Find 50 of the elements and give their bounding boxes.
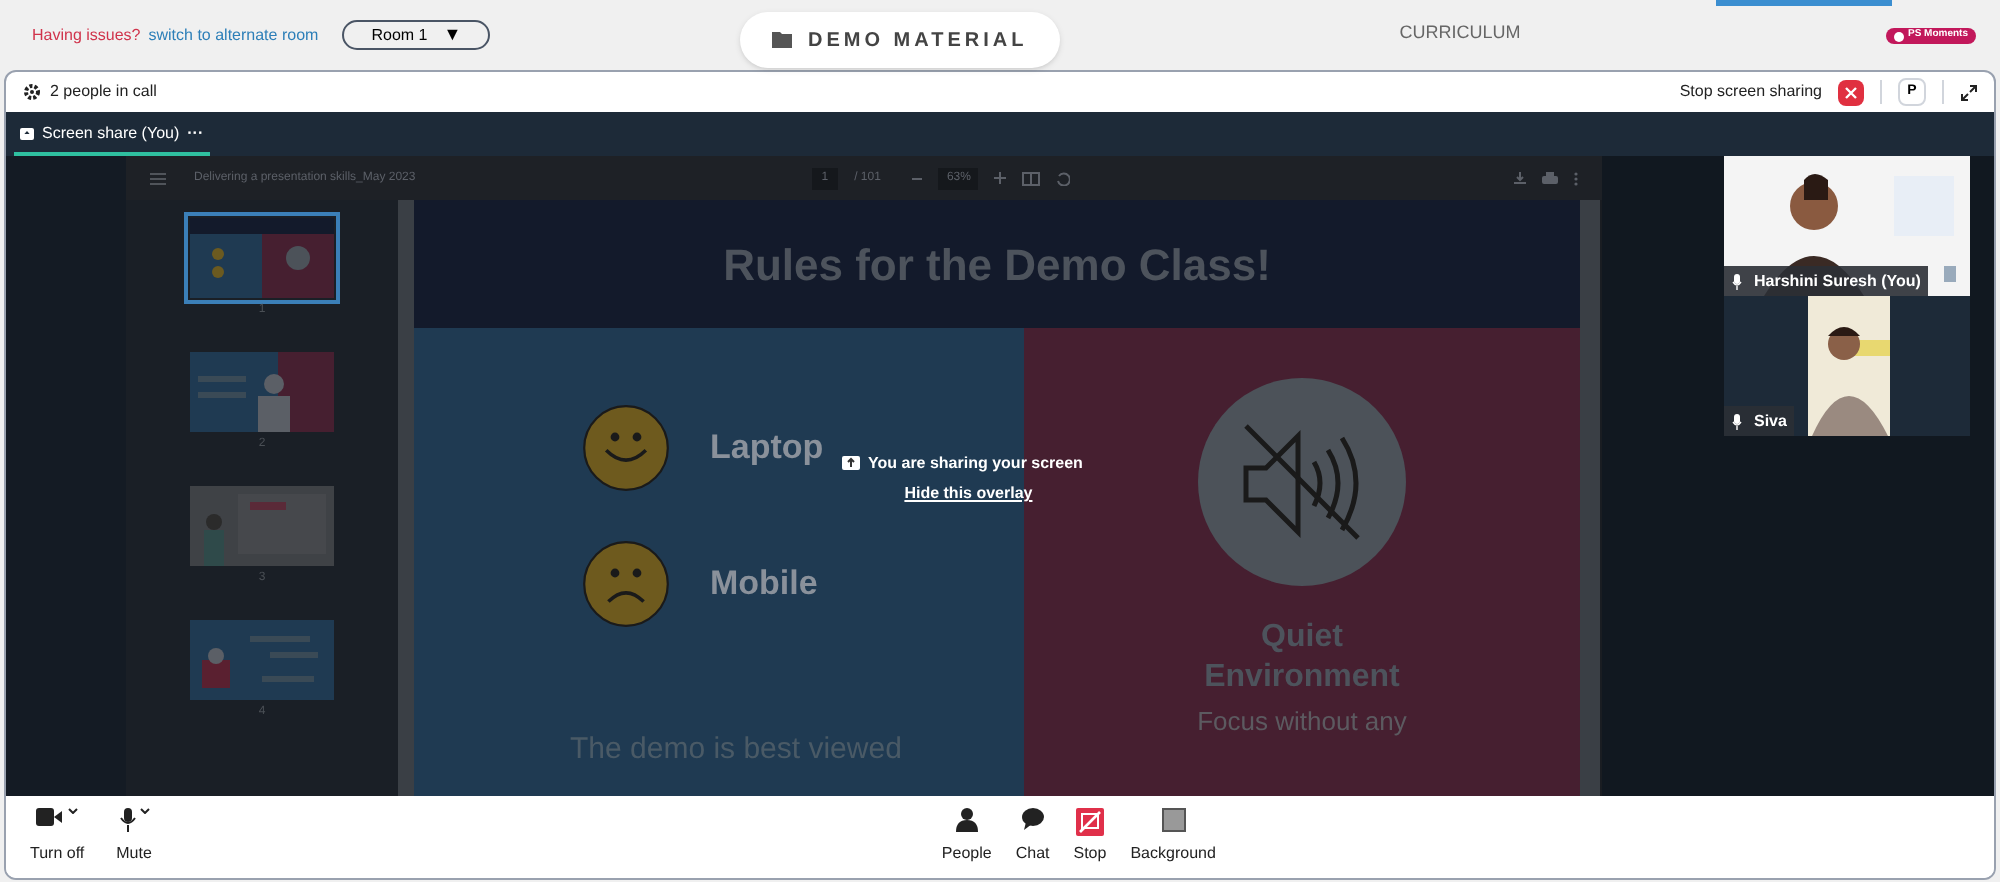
screen-icon bbox=[20, 127, 34, 141]
room-select[interactable]: Room 1 ▼ bbox=[342, 20, 491, 50]
menu-icon[interactable] bbox=[150, 171, 166, 185]
stop-sharing-label: Stop screen sharing bbox=[1679, 80, 1822, 104]
camera-button[interactable]: Turn off bbox=[30, 808, 85, 866]
mic-icon bbox=[119, 808, 136, 832]
muted-speaker-icon bbox=[1198, 378, 1406, 586]
issue-label: Having issues? bbox=[32, 23, 141, 47]
minus-icon[interactable] bbox=[912, 177, 923, 179]
caret-icon[interactable] bbox=[68, 808, 79, 814]
hide-overlay-link[interactable]: Hide this overlay bbox=[904, 482, 1033, 506]
folder-icon bbox=[772, 32, 792, 48]
caret-icon[interactable] bbox=[139, 808, 150, 814]
scrollbar[interactable] bbox=[398, 200, 414, 796]
chat-button[interactable]: Chat bbox=[1015, 808, 1050, 866]
close-icon bbox=[1844, 85, 1858, 99]
close-button[interactable] bbox=[1838, 79, 1864, 105]
chat-icon bbox=[1021, 808, 1044, 830]
background-button[interactable]: Background bbox=[1130, 808, 1216, 866]
share-screen-icon bbox=[842, 456, 860, 472]
smiley-icon bbox=[582, 404, 670, 492]
tab[interactable]: CURRICULUM bbox=[1399, 20, 1521, 47]
camera-icon bbox=[36, 808, 65, 826]
print-icon[interactable] bbox=[1542, 171, 1558, 185]
name-tag: Harshini Suresh (You) bbox=[1724, 266, 1929, 296]
alternate-room-link[interactable]: switch to alternate room bbox=[148, 23, 319, 47]
person-icon bbox=[955, 808, 978, 832]
mic-icon bbox=[1732, 413, 1742, 429]
tab[interactable]: DEMO MATERIAL bbox=[740, 12, 1060, 68]
name-tag: Siva bbox=[1724, 406, 1795, 436]
people-count: 2 people in call bbox=[50, 80, 157, 104]
plus-icon[interactable] bbox=[994, 172, 1007, 184]
stop-sharing-icon bbox=[1075, 808, 1104, 836]
sad-face-icon bbox=[582, 540, 670, 628]
rotate-icon[interactable] bbox=[1056, 171, 1071, 185]
people-button[interactable]: People bbox=[941, 808, 992, 866]
fit-page-icon[interactable] bbox=[1022, 171, 1041, 185]
settings-icon[interactable] bbox=[22, 82, 42, 102]
mic-icon bbox=[1732, 273, 1742, 289]
download-icon[interactable] bbox=[1514, 172, 1526, 184]
scrollbar[interactable] bbox=[1580, 200, 1600, 796]
slide-text: Laptop bbox=[710, 426, 824, 471]
slide-caption: Focus without any bbox=[1197, 704, 1407, 740]
slide-text: Mobile bbox=[710, 562, 818, 607]
background-icon bbox=[1161, 808, 1186, 832]
mic-button[interactable]: Mute bbox=[116, 808, 152, 866]
slide-title: Rules for the Demo Class! bbox=[723, 237, 1271, 293]
stop-button[interactable]: Stop bbox=[1073, 808, 1107, 866]
fullscreen-icon[interactable] bbox=[1960, 83, 1978, 101]
sharing-overlay: You are sharing your screen Hide this overlay bbox=[842, 452, 1083, 506]
